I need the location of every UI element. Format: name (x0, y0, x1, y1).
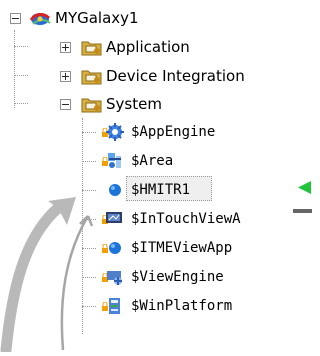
tree-child-label: $AppEngine (131, 124, 216, 140)
tree-node-appengine[interactable]: $AppEngine (0, 118, 250, 146)
tree-item-label: System (106, 95, 162, 113)
tree-child-label: $HMITR1 (131, 182, 191, 198)
galaxy-tree: MYGalaxy1 Application Device Integration (0, 0, 312, 356)
collapse-icon[interactable] (60, 99, 71, 110)
folder-icon (81, 94, 102, 114)
tree-node-root[interactable]: MYGalaxy1 (0, 4, 220, 32)
tree-item-label: Application (106, 38, 190, 56)
folder-icon (81, 37, 102, 57)
tree-child-label: $InTouchViewA (131, 211, 241, 227)
expand-icon[interactable] (60, 42, 71, 53)
collapse-icon[interactable] (10, 13, 21, 24)
tree-item-label: Device Integration (106, 67, 245, 85)
tree-child-label: $ITMEViewApp (131, 240, 233, 256)
tree-child-label: $ViewEngine (131, 269, 224, 285)
galaxy-icon (29, 8, 51, 28)
curved-arrow-graphic (0, 170, 120, 356)
tree-node-device-integration[interactable]: Device Integration (0, 62, 312, 90)
tree-child-label: $Area (131, 153, 174, 169)
green-arrow-icon (297, 180, 312, 195)
tree-child-label: $WinPlatform (131, 298, 233, 314)
tree-root-label: MYGalaxy1 (55, 9, 139, 27)
gray-dash-marker (293, 209, 312, 213)
area-icon (105, 151, 125, 171)
folder-icon (81, 66, 102, 86)
expand-icon[interactable] (60, 71, 71, 82)
tree-node-application[interactable]: Application (0, 33, 260, 61)
tree-node-system[interactable]: System (0, 90, 240, 118)
app-engine-icon (105, 122, 125, 142)
